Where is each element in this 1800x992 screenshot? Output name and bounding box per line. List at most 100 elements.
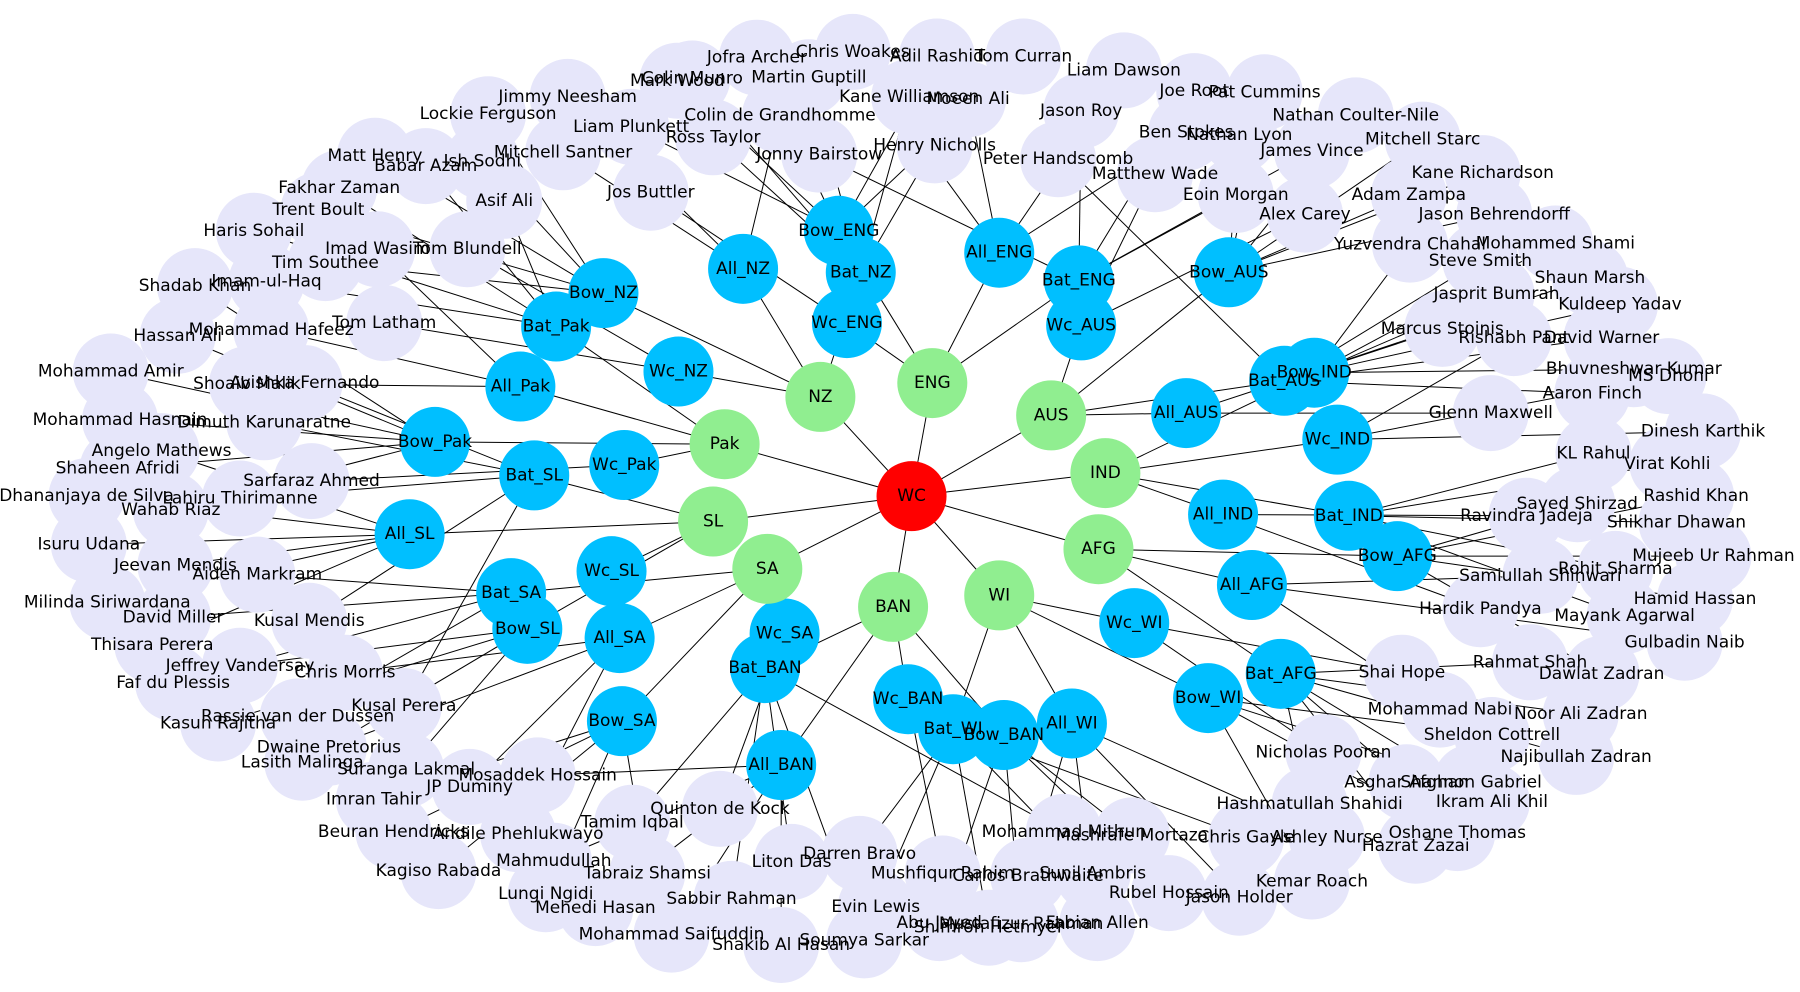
player-label: Samiullah Shinwari <box>1459 566 1621 586</box>
player-label: KL Rahul <box>1556 443 1630 463</box>
role-label: Wc_IND <box>1305 430 1370 450</box>
player-label: Wahab Riaz <box>121 500 220 520</box>
player-label: Martin Guptill <box>751 67 866 87</box>
role-label: Wc_BAN <box>873 689 944 709</box>
player-label: Rashid Khan <box>1643 486 1749 506</box>
role-label: Bat_IND <box>1315 506 1383 526</box>
player-label: Sabbir Rahman <box>666 889 796 909</box>
role-label: Wc_SL <box>584 561 639 581</box>
player-label: Haris Sohail <box>203 221 304 241</box>
player-label: Jasprit Bumrah <box>1433 284 1560 304</box>
role-label: Bat_AFG <box>1245 664 1317 684</box>
edge-pak-bow-pak <box>434 441 725 445</box>
role-label: Bow_Pak <box>398 432 472 452</box>
player-label: Hardik Pandya <box>1419 599 1542 619</box>
player-label: Avishka Fernando <box>230 373 380 393</box>
player-label: Mehedi Hasan <box>535 898 656 918</box>
player-label: Jason Holder <box>1185 888 1293 908</box>
player-label: Tabraiz Shamsi <box>583 863 711 883</box>
role-label: All_ENG <box>966 243 1032 263</box>
player-label: Lockie Ferguson <box>420 104 557 124</box>
player-label: Nicholas Pooran <box>1255 742 1391 762</box>
player-label: Imran Tahir <box>326 790 422 810</box>
player-label: Shaheen Afridi <box>56 458 180 478</box>
player-label: David Warner <box>1544 328 1660 348</box>
role-label: Bow_SL <box>495 619 560 639</box>
player-label: Ish Sodhi <box>444 152 522 172</box>
team-label: IND <box>1090 463 1121 483</box>
player-label: Virat Kohli <box>1624 454 1710 474</box>
nodes-layer: Chris WoakesJofra Archer Adil RashidTom C… <box>0 13 1795 983</box>
player-label: Mark Wood <box>630 71 725 91</box>
player-label: Hashmatullah Shahidi <box>1216 794 1402 814</box>
role-label: All_Pak <box>491 377 550 397</box>
role-label: Wc_NZ <box>649 362 708 382</box>
player-label: Dinesh Karthik <box>1641 422 1766 442</box>
player-label: Sheldon Cottrell <box>1424 725 1560 745</box>
player-label: Tim Southee <box>271 253 379 273</box>
player-label: Ravindra Jadeja <box>1460 506 1593 526</box>
player-label: Ikram Ali Khil <box>1436 792 1548 812</box>
role-label: All_AFG <box>1220 575 1284 595</box>
player-label: Gulbadin Naib <box>1624 633 1744 653</box>
player-label: Ross Taylor <box>666 127 761 147</box>
player-label: Mohammad Amir <box>38 362 184 382</box>
role-label: Bat_Pak <box>523 317 590 337</box>
role-label: All_BAN <box>748 755 814 775</box>
player-label: Mashrafe Mortaza <box>1056 825 1208 845</box>
player-label: James Vince <box>1259 141 1363 161</box>
player-label: Sunil Ambris <box>1039 863 1146 883</box>
player-label: Glenn Maxwell <box>1429 403 1553 423</box>
team-label: WI <box>988 585 1010 605</box>
role-label: Bat_BAN <box>728 658 801 678</box>
role-label: All_WI <box>1046 713 1097 733</box>
player-label: Fakhar Zaman <box>278 178 400 198</box>
player-label: Mohammad Hafeez <box>189 320 354 340</box>
player-label: Aiden Markram <box>192 565 322 585</box>
player-label: Dimuth Karunaratne <box>177 412 351 432</box>
player-label: Imam-ul-Haq <box>211 272 321 292</box>
player-label: Mayank Agarwal <box>1554 606 1694 626</box>
player-label: Faf du Plessis <box>116 673 230 693</box>
player-label: Liton Das <box>752 852 832 872</box>
team-label: AFG <box>1081 539 1116 559</box>
player-label: David Miller <box>123 607 224 627</box>
team-label: AUS <box>1034 405 1069 425</box>
player-label: Hazrat Zazai <box>1362 836 1470 856</box>
role-label: Wc_WI <box>1106 613 1162 633</box>
player-label: Noor Ali Zadran <box>1514 704 1647 724</box>
player-label: Jonny Bairstow <box>755 145 882 165</box>
player-label: Andile Phehlukwayo <box>433 824 604 844</box>
player-label: Shimron Hetmyer <box>914 918 1064 938</box>
player-label: Jofra Archer <box>706 48 807 68</box>
edge-sl-all-sl <box>409 521 714 535</box>
player-label: Adam Zampa <box>1352 185 1466 205</box>
player-label: Asif Ali <box>475 191 533 211</box>
player-label: Henry Nicholls <box>873 135 996 155</box>
role-label: Bow_SA <box>588 711 656 731</box>
player-label: Colin de Grandhomme <box>684 105 875 125</box>
player-label: Chris Morris <box>295 663 396 683</box>
player-label: Shikhar Dhawan <box>1607 513 1746 533</box>
player-label: Alex Carey <box>1259 205 1350 225</box>
role-label: Bat_ENG <box>1042 270 1116 290</box>
player-label: Kuldeep Yadav <box>1558 295 1681 315</box>
root-label: WC <box>897 486 926 506</box>
role-label: Bow_AFG <box>1358 546 1437 566</box>
player-label: Kusal Mendis <box>254 611 365 631</box>
role-label: Bow_BAN <box>964 725 1044 745</box>
player-label: Steve Smith <box>1429 251 1532 271</box>
role-label: Wc_SA <box>756 623 814 643</box>
player-label: Jos Buttler <box>606 183 695 203</box>
role-label: Bow_NZ <box>569 283 638 303</box>
player-label: Soumya Sarkar <box>799 930 929 950</box>
player-label: Mitchell Starc <box>1365 130 1480 150</box>
player-label: Kasun Rajitha <box>160 713 276 733</box>
role-label: All_NZ <box>716 259 770 279</box>
player-label: Nathan Coulter-Nile <box>1272 105 1439 125</box>
role-label: All_SA <box>593 628 646 648</box>
role-label: Bow_WI <box>1175 688 1241 708</box>
player-label: Liam Dawson <box>1067 60 1181 80</box>
player-label: Trent Boult <box>271 200 364 220</box>
player-label: Mohammad Nabi <box>1368 700 1513 720</box>
